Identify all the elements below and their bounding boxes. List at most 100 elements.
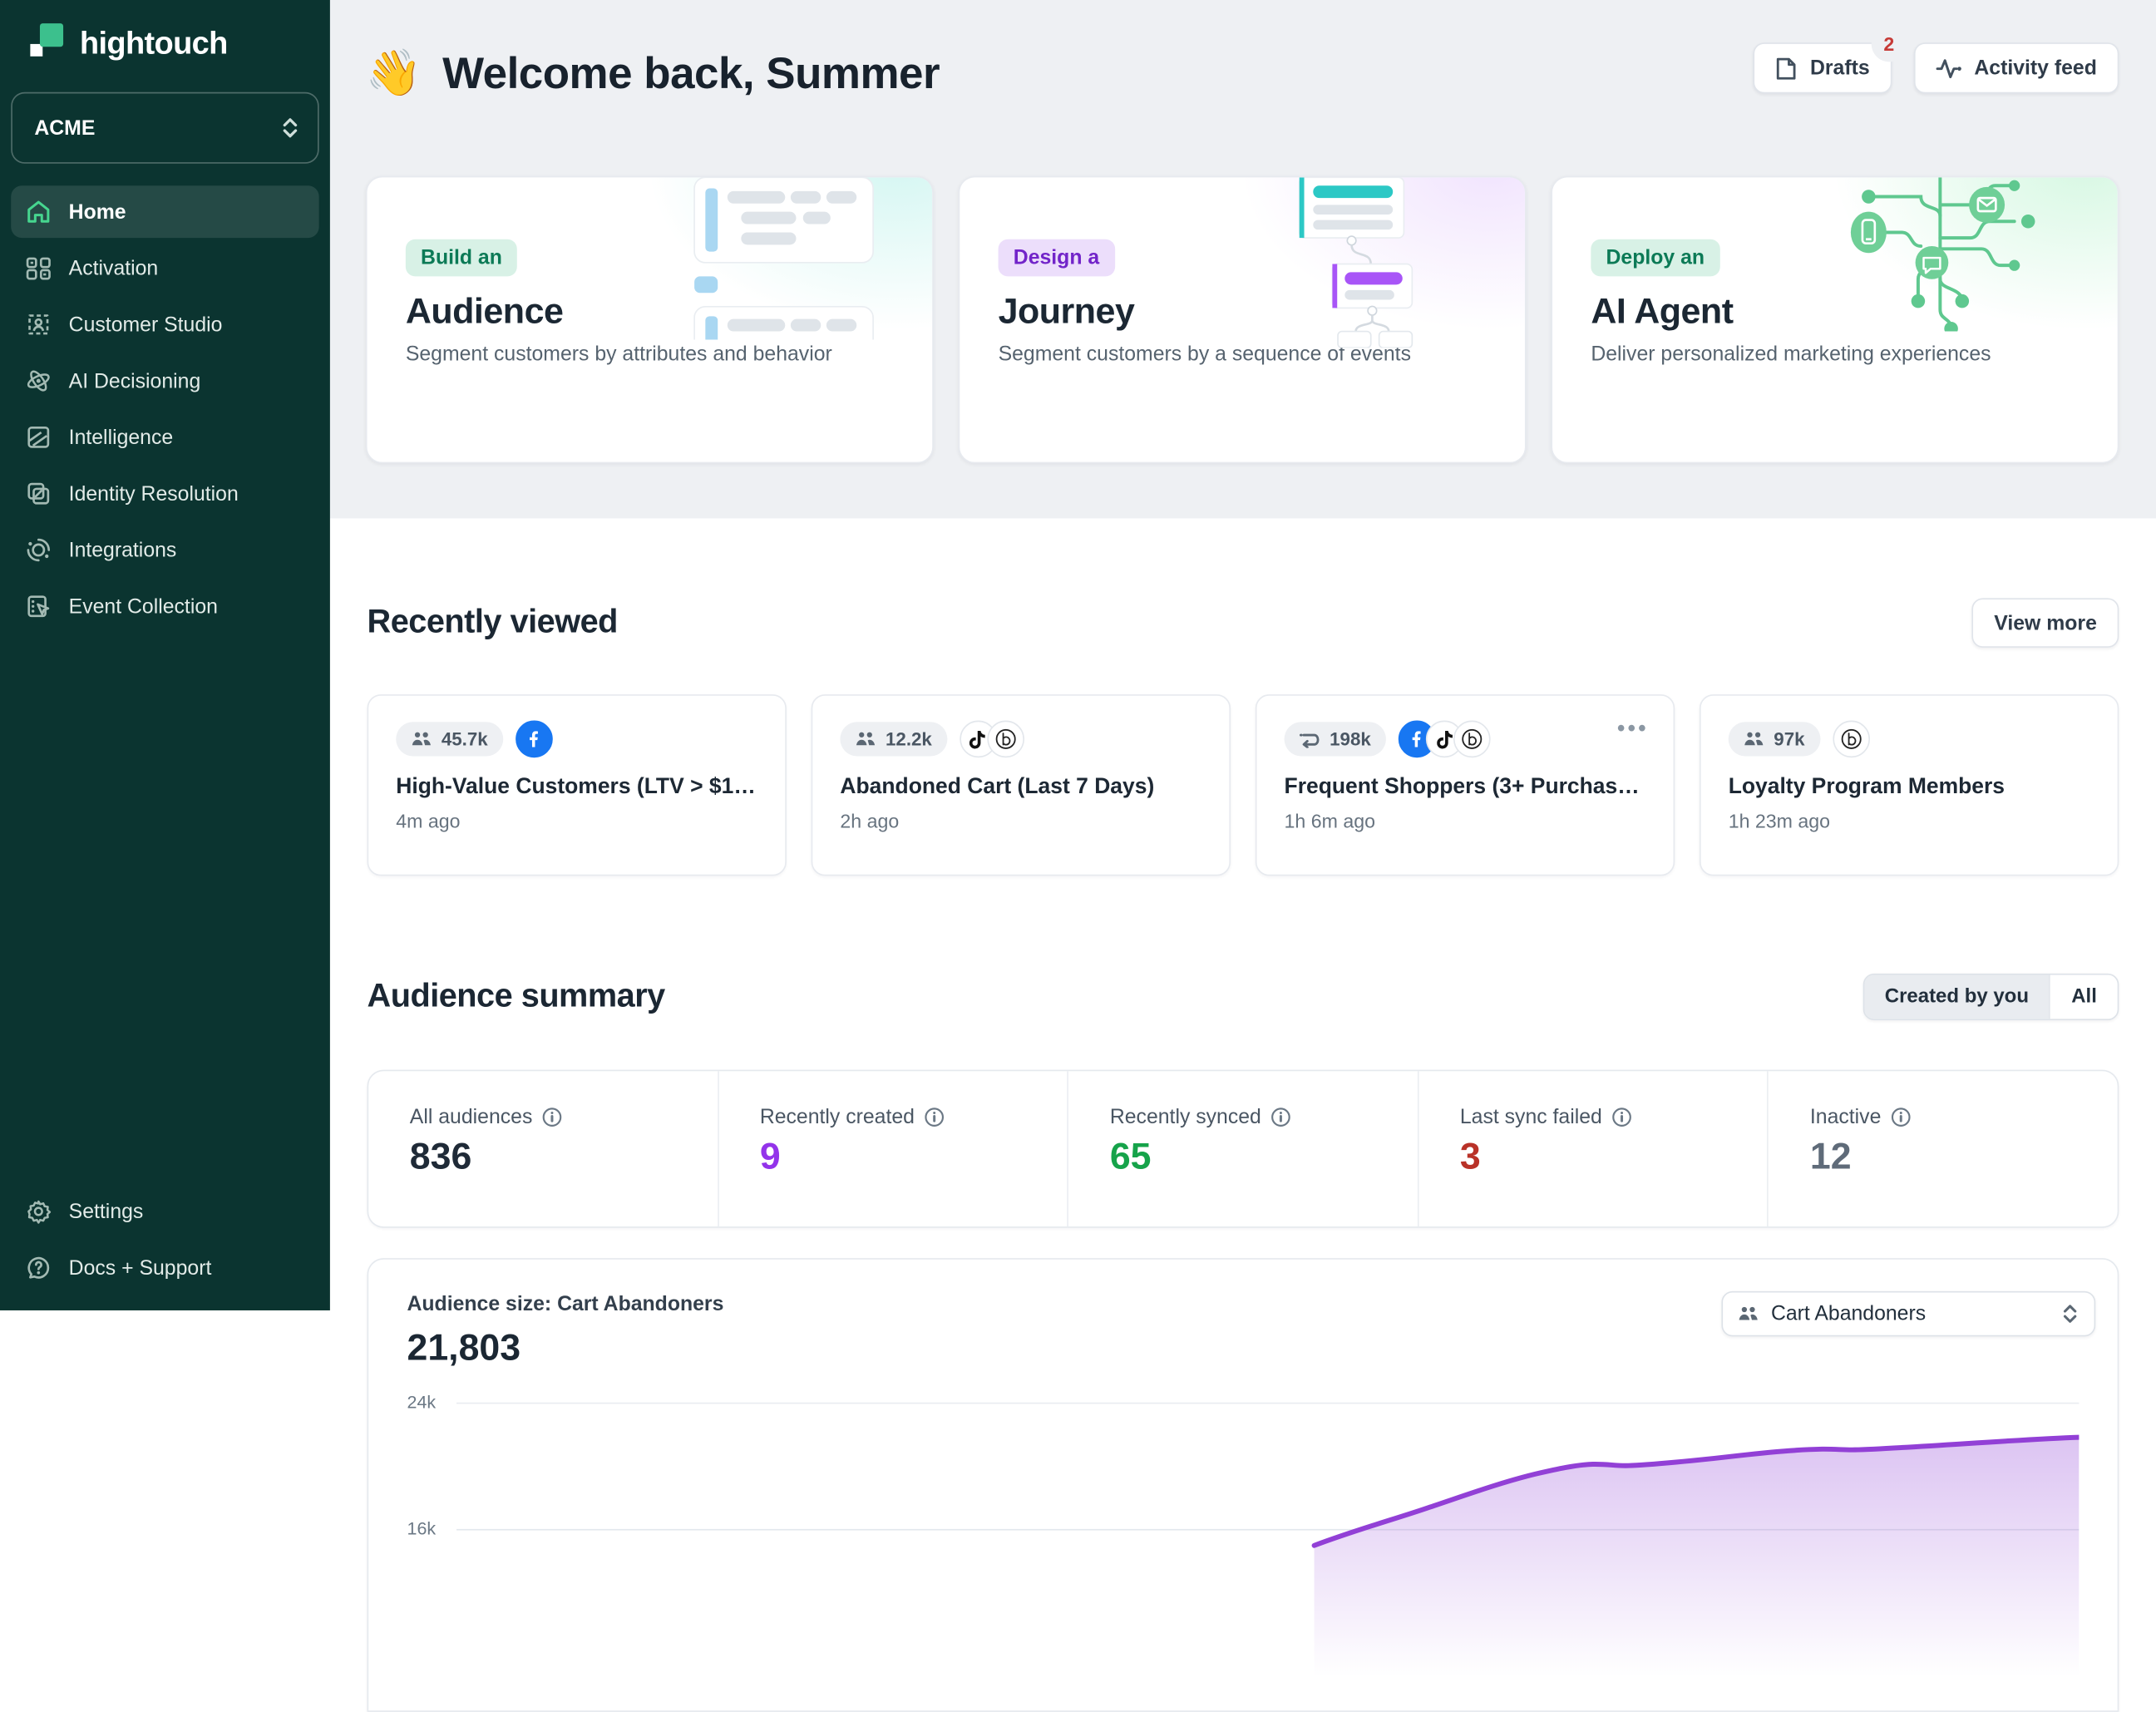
sidebar-item-customer-studio[interactable]: Customer Studio xyxy=(11,298,318,351)
recent-card-timestamp: 1h 23m ago xyxy=(1729,810,2090,831)
sidebar-footer: Settings Docs + Support xyxy=(0,1185,330,1310)
sidebar-item-label: Integrations xyxy=(69,538,177,561)
recent-card-high-value-customers[interactable]: 45.7k High-Value Customers (LTV > $1,000… xyxy=(368,695,787,876)
stat-label: Recently created xyxy=(760,1106,915,1129)
sidebar-item-label: Docs + Support xyxy=(69,1256,212,1280)
info-icon[interactable] xyxy=(925,1107,945,1127)
sidebar-item-ai-decisioning[interactable]: AI Decisioning xyxy=(11,355,318,407)
header-actions: Drafts 2 Activity feed xyxy=(1754,42,2119,93)
hightouch-logo[interactable]: hightouch xyxy=(0,0,330,86)
sidebar-item-label: Customer Studio xyxy=(69,313,223,336)
audience-count: 198k xyxy=(1330,729,1371,750)
identity-resolution-icon xyxy=(25,480,52,507)
wave-emoji: 👋 xyxy=(366,47,422,100)
intelligence-icon xyxy=(25,423,52,451)
recent-card-timestamp: 4m ago xyxy=(396,810,757,831)
quick-create-cards: Build an Audience Segment customers by a… xyxy=(366,176,2119,464)
recent-card-abandoned-cart[interactable]: 12.2k Abandoned Cart (Last 7 Days) 2h ag… xyxy=(812,695,1231,876)
sidebar-item-activation[interactable]: Activation xyxy=(11,242,318,294)
recent-card-frequent-shoppers[interactable]: ••• 198k xyxy=(1256,695,1675,876)
build-an-pill: Build an xyxy=(406,239,517,277)
design-journey-card[interactable]: Design a Journey Segment customers by a … xyxy=(959,176,1527,464)
audience-people-icon xyxy=(856,731,876,748)
pulse-icon xyxy=(1936,57,1961,79)
audience-size-pill: 12.2k xyxy=(840,723,947,757)
sidebar: hightouch ACME Home Activation xyxy=(0,0,330,1310)
sidebar-item-docs-support[interactable]: Docs + Support xyxy=(11,1241,318,1294)
welcome-section: 👋 Welcome back, Summer Drafts 2 Activity… xyxy=(330,0,2156,519)
journey-icon xyxy=(1300,731,1320,747)
sidebar-item-identity-resolution[interactable]: Identity Resolution xyxy=(11,467,318,520)
audience-count: 45.7k xyxy=(442,729,488,750)
home-icon xyxy=(25,198,52,225)
sidebar-item-label: AI Decisioning xyxy=(69,369,201,392)
customer-studio-icon xyxy=(25,311,52,338)
card-overflow-menu[interactable]: ••• xyxy=(1617,718,1649,743)
sidebar-item-home[interactable]: Home xyxy=(11,185,318,238)
audience-size-pill: 45.7k xyxy=(396,723,503,757)
sidebar-item-settings[interactable]: Settings xyxy=(11,1185,318,1237)
sidebar-item-label: Home xyxy=(69,200,126,224)
audience-filter-toggle: Created by you All xyxy=(1862,974,2119,1020)
drafts-count-badge: 2 xyxy=(1871,26,1907,62)
sidebar-item-label: Event Collection xyxy=(69,595,218,618)
chevron-updown-icon xyxy=(2061,1302,2079,1325)
audience-size-chart-card: Audience size: Cart Abandoners 21,803 Ca… xyxy=(368,1258,2119,1712)
stat-label: Recently synced xyxy=(1110,1106,1261,1129)
recent-card-title: High-Value Customers (LTV > $1,000) xyxy=(396,776,757,801)
integrations-icon xyxy=(25,536,52,564)
info-icon[interactable] xyxy=(1611,1107,1632,1127)
audience-count: 97k xyxy=(1774,729,1804,750)
recent-card-loyalty-program[interactable]: 97k Loyalty Program Members 1h 23m ago xyxy=(1700,695,2119,876)
hightouch-logo-icon xyxy=(29,21,67,65)
build-audience-card[interactable]: Build an Audience Segment customers by a… xyxy=(366,176,934,464)
stat-value: 836 xyxy=(410,1136,718,1178)
audience-people-icon xyxy=(1744,731,1764,748)
stat-last-sync-failed: Last sync failed 3 xyxy=(1418,1071,1768,1226)
journey-illustration xyxy=(1261,178,1453,348)
sidebar-item-integrations[interactable]: Integrations xyxy=(11,524,318,576)
stat-recently-created: Recently created 9 xyxy=(718,1071,1068,1226)
sidebar-item-label: Intelligence xyxy=(69,426,174,449)
recent-card-title: Frequent Shoppers (3+ Purchases L… xyxy=(1285,776,1646,801)
audience-people-icon xyxy=(411,731,432,748)
sidebar-item-event-collection[interactable]: Event Collection xyxy=(11,580,318,633)
design-a-pill: Design a xyxy=(999,239,1115,277)
sidebar-item-intelligence[interactable]: Intelligence xyxy=(11,411,318,463)
audience-people-icon xyxy=(1738,1305,1759,1322)
drafts-button[interactable]: Drafts 2 xyxy=(1754,42,1892,93)
stat-value: 3 xyxy=(1460,1136,1768,1178)
filter-created-by-you[interactable]: Created by you xyxy=(1864,975,2050,1019)
recent-card-title: Abandoned Cart (Last 7 Days) xyxy=(840,776,1201,801)
braze-icon xyxy=(987,721,1024,758)
activity-feed-button[interactable]: Activity feed xyxy=(1914,42,2119,93)
view-more-button[interactable]: View more xyxy=(1972,599,2119,649)
ai-agent-circuit-illustration xyxy=(1819,178,2060,332)
stat-value: 65 xyxy=(1110,1136,1418,1178)
info-icon[interactable] xyxy=(542,1107,563,1127)
deploy-ai-agent-card[interactable]: Deploy an AI Agent Deliver personalized … xyxy=(1551,176,2119,464)
area-chart-curve xyxy=(456,1403,2079,1678)
page-title: 👋 Welcome back, Summer xyxy=(366,47,940,100)
audience-summary-heading: Audience summary xyxy=(368,978,665,1016)
workspace-selector[interactable]: ACME xyxy=(11,92,318,164)
stat-value: 12 xyxy=(1810,1136,2118,1178)
sidebar-item-label: Identity Resolution xyxy=(69,482,239,506)
logo-wordmark: hightouch xyxy=(80,24,228,62)
stat-label: All audiences xyxy=(410,1106,533,1129)
selected-audience: Cart Abandoners xyxy=(1771,1302,1926,1325)
audience-summary-stats: All audiences 836 Recently created 9 Rec… xyxy=(368,1070,2119,1228)
activation-icon xyxy=(25,254,52,282)
info-icon[interactable] xyxy=(1270,1107,1291,1127)
filter-all[interactable]: All xyxy=(2050,975,2118,1019)
braze-icon xyxy=(1833,721,1870,758)
main-content: 👋 Welcome back, Summer Drafts 2 Activity… xyxy=(330,0,2156,1310)
braze-icon xyxy=(1453,721,1491,758)
audience-size-pill: 97k xyxy=(1729,723,1820,757)
recently-viewed-heading: Recently viewed xyxy=(368,604,618,643)
audience-selector-dropdown[interactable]: Cart Abandoners xyxy=(1721,1291,2095,1337)
deploy-an-pill: Deploy an xyxy=(1591,239,1719,277)
sidebar-item-label: Settings xyxy=(69,1200,144,1223)
event-collection-icon xyxy=(25,593,52,620)
info-icon[interactable] xyxy=(1891,1107,1912,1127)
